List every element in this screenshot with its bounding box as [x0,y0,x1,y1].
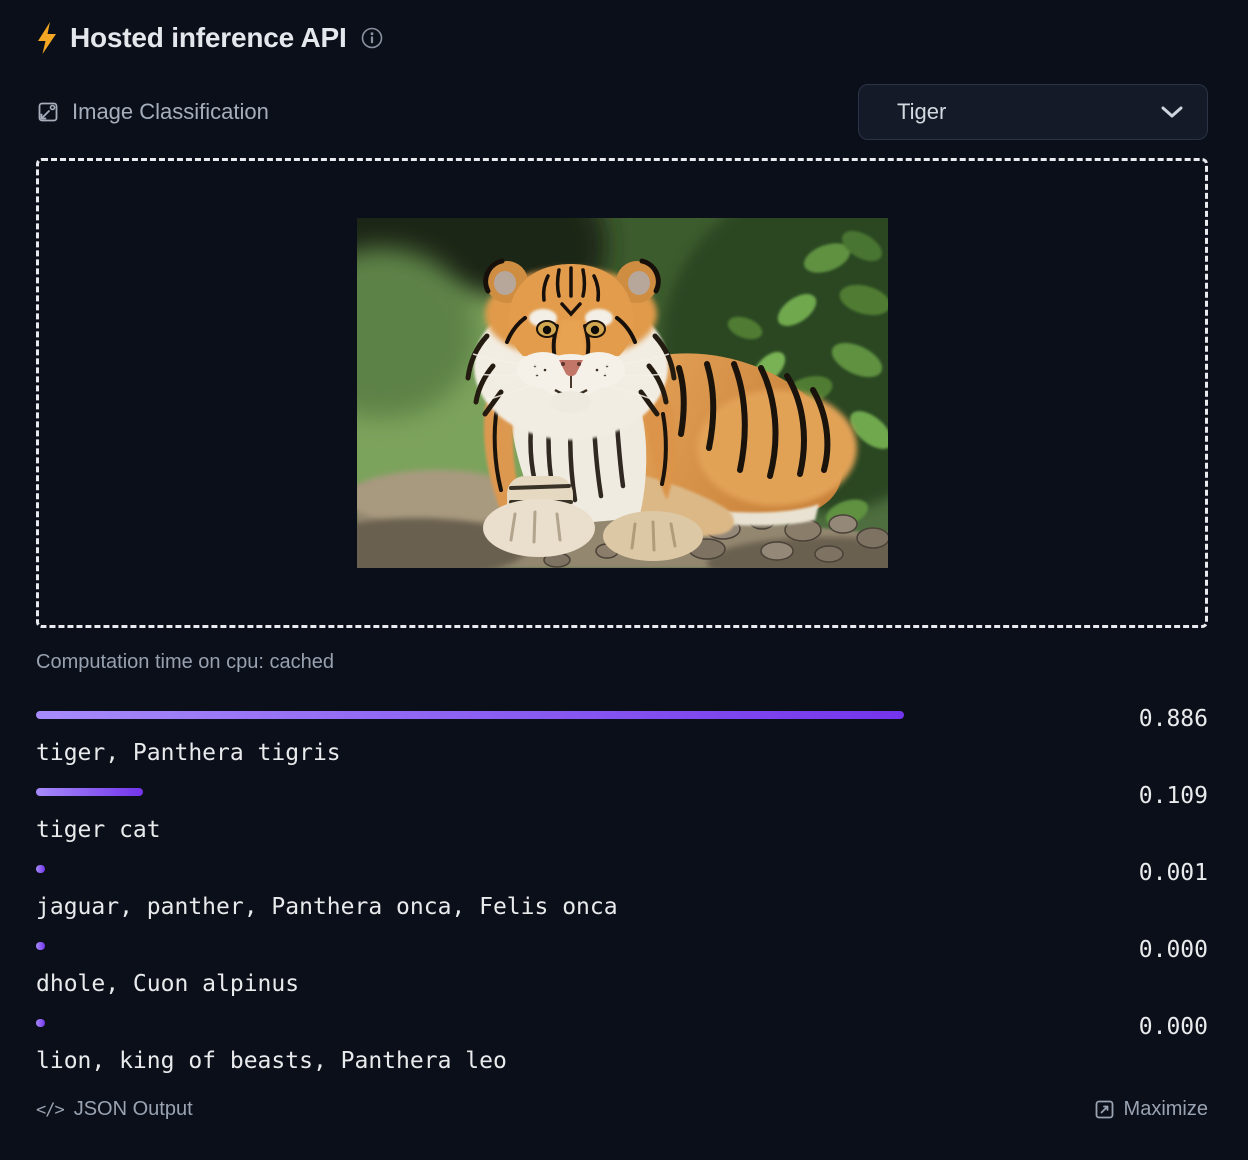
computation-time: Computation time on cpu: cached [36,651,1208,675]
score-bar-track [36,860,1016,873]
image-dropzone[interactable] [36,158,1208,628]
score-bar [36,942,45,950]
maximize-label: Maximize [1124,1098,1208,1121]
score-bar [36,711,904,719]
result-label: tiger, Panthera tigris [36,741,1208,766]
score-bar-track [36,1014,1016,1027]
score-value: 0.000 [1016,1014,1208,1040]
score-bar-track [36,937,1016,950]
maximize-icon [1095,1100,1114,1119]
json-output-label: JSON Output [74,1098,193,1121]
lightning-icon [36,22,58,54]
info-icon[interactable] [361,27,383,49]
result-row: 0.001 jaguar, panther, Panthera onca, Fe… [36,860,1208,920]
result-label: lion, king of beasts, Panthera leo [36,1049,1208,1074]
score-bar [36,1019,45,1027]
result-row: 0.000 lion, king of beasts, Panthera leo [36,1014,1208,1074]
result-row: 0.000 dhole, Cuon alpinus [36,937,1208,997]
header: Hosted inference API [36,20,1208,56]
widget-footer: </> JSON Output Maximize [36,1098,1208,1121]
example-dropdown-value: Tiger [897,99,1161,125]
task-label: Image Classification [72,99,269,125]
score-bar-track [36,783,1016,796]
result-label: dhole, Cuon alpinus [36,972,1208,997]
score-bar [36,788,143,796]
page-title: Hosted inference API [70,22,347,54]
score-bar [36,865,45,873]
code-icon: </> [36,1100,64,1120]
score-value: 0.000 [1016,937,1208,963]
image-classification-icon [36,100,60,124]
task-pill: Image Classification [36,99,269,125]
score-value: 0.109 [1016,783,1208,809]
results-list: 0.886 tiger, Panthera tigris 0.109 tiger… [36,706,1208,1074]
maximize-button[interactable]: Maximize [1095,1098,1208,1121]
score-value: 0.001 [1016,860,1208,886]
score-bar-track [36,706,1016,719]
result-label: tiger cat [36,818,1208,843]
chevron-down-icon [1161,106,1183,118]
example-dropdown[interactable]: Tiger [858,84,1208,140]
score-value: 0.886 [1016,706,1208,732]
result-row: 0.886 tiger, Panthera tigris [36,706,1208,766]
result-label: jaguar, panther, Panthera onca, Felis on… [36,895,1208,920]
tiger-image [357,218,888,568]
task-row: Image Classification Tiger [36,84,1208,140]
result-row: 0.109 tiger cat [36,783,1208,843]
json-output-button[interactable]: </> JSON Output [36,1098,193,1121]
